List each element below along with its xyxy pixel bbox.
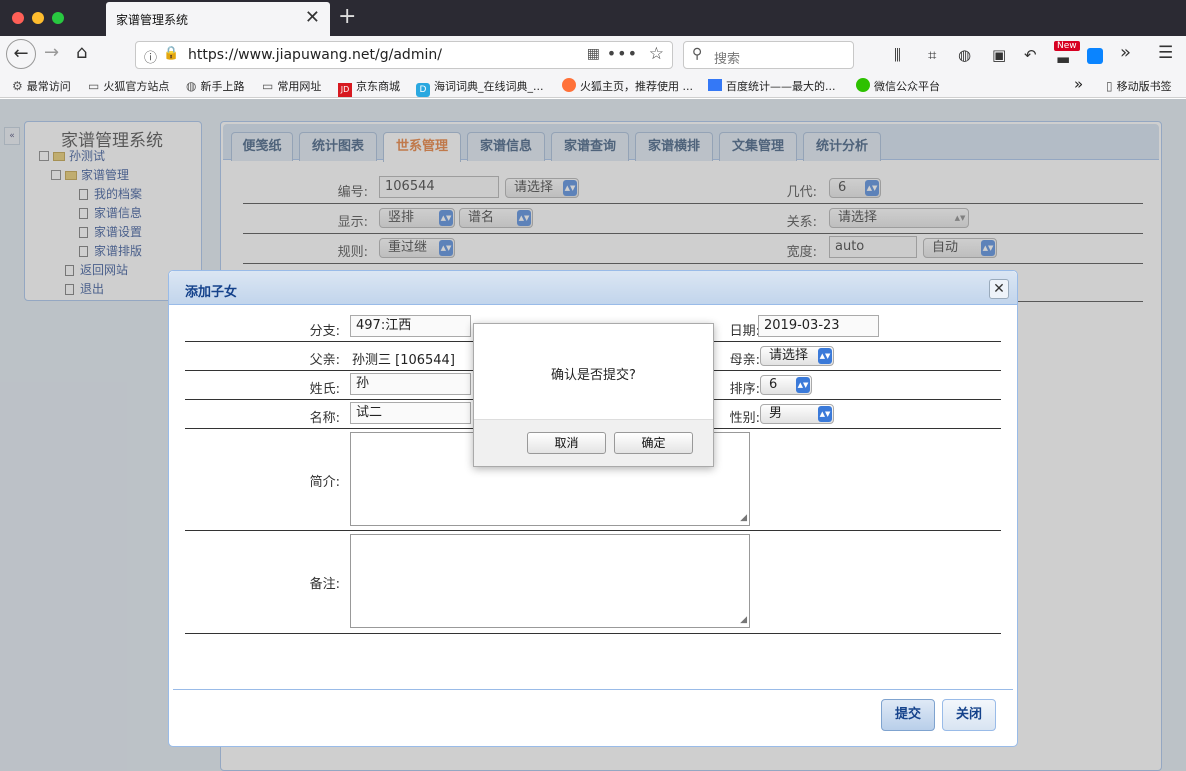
order-select[interactable]: 6 ▲▼	[760, 375, 812, 395]
gender-select[interactable]: 男 ▲▼	[760, 404, 834, 424]
lock-icon: 🔒	[163, 46, 180, 61]
bookmark-label: 新手上路	[200, 80, 245, 93]
resize-grip-icon[interactable]: ◢	[740, 615, 747, 625]
bookmarks-bar: ⚙ 最常访问 ▭ 火狐官方站点 ◍ 新手上路 ▭ 常用网址 JD 京东商城 D 海词词典_在…	[0, 74, 1186, 98]
surname-label: 姓氏:	[309, 382, 340, 397]
url-bar[interactable]: ⓘ 🔒 https://www.jiapuwang.net/g/admin/ ▦…	[135, 41, 673, 69]
wechat-icon	[856, 78, 870, 92]
dialog-close-icon[interactable]: ✕	[989, 279, 1009, 299]
name-input[interactable]: 试二	[350, 402, 471, 424]
url-text[interactable]: https://www.jiapuwang.net/g/admin/	[188, 47, 442, 63]
qr-code-icon[interactable]: ▦	[587, 46, 600, 62]
bookmark-common-sites[interactable]: ▭ 常用网址	[262, 78, 321, 94]
mother-select-value: 请选择	[769, 348, 809, 363]
window-minimize-button[interactable]	[32, 12, 44, 24]
close-button[interactable]: 关闭	[942, 699, 996, 731]
bookmark-label: 微信公众平台	[874, 80, 940, 93]
browser-tab-title: 家谱管理系统	[116, 13, 189, 27]
bookmark-most-visited[interactable]: ⚙ 最常访问	[12, 78, 71, 94]
father-value: 孙测三 [106544]	[352, 353, 455, 368]
dialog-footer-divider	[173, 689, 1013, 690]
undo-icon[interactable]: ↶	[1024, 46, 1037, 64]
baidu-stats-icon	[708, 79, 722, 91]
remark-textarea[interactable]: ◢	[350, 534, 750, 628]
cancel-button[interactable]: 取消	[527, 432, 606, 454]
window-close-button[interactable]	[12, 12, 24, 24]
submit-button[interactable]: 提交	[881, 699, 935, 731]
folder-icon: ▭	[88, 79, 100, 93]
bookmark-label: 京东商城	[356, 80, 400, 93]
window-zoom-button[interactable]	[52, 12, 64, 24]
resize-grip-icon[interactable]: ◢	[740, 513, 747, 523]
chevron-updown-icon: ▲▼	[818, 348, 832, 364]
back-arrow-icon[interactable]: ←	[6, 39, 36, 69]
gender-select-value: 男	[769, 406, 783, 421]
mobile-bookmarks[interactable]: ▯ 移动版书签	[1106, 78, 1172, 94]
browser-nav-bar: ← → ⌂ ⓘ 🔒 https://www.jiapuwang.net/g/ad…	[0, 36, 1186, 74]
jd-logo-icon: JD	[338, 83, 352, 97]
gear-icon: ⚙	[12, 79, 23, 93]
branch-input[interactable]: 497:江西	[350, 315, 471, 337]
browser-tab[interactable]: 家谱管理系统 ✕	[106, 2, 330, 36]
bookmark-label: 常用网址	[277, 80, 322, 93]
info-icon[interactable]: ⓘ	[144, 47, 157, 66]
bookmark-label: 移动版书签	[1116, 80, 1172, 93]
crop-icon[interactable]: ⌗	[928, 46, 936, 64]
dialog-header: 添加子女 ✕	[169, 271, 1017, 305]
confirm-dialog: 确认是否提交? 取消 确定	[473, 323, 714, 467]
globe-icon[interactable]: ◍	[958, 46, 971, 64]
bookmark-label: 海词词典_在线词典_...	[434, 80, 544, 93]
date-input[interactable]: 2019-03-23	[758, 315, 879, 337]
father-label: 父亲:	[309, 353, 340, 368]
chart-extension-icon[interactable]	[1087, 48, 1103, 64]
firefox-icon	[562, 78, 576, 92]
mother-select[interactable]: 请选择 ▲▼	[760, 346, 834, 366]
surname-input[interactable]: 孙	[350, 373, 471, 395]
dict-logo-icon: D	[416, 83, 430, 97]
tab-close-icon[interactable]: ✕	[305, 7, 320, 28]
bookmarks-overflow-icon[interactable]: »	[1074, 75, 1083, 93]
folder-icon: ▭	[262, 79, 274, 93]
library-icon[interactable]: ⫼	[894, 46, 901, 64]
browser-tab-bar: 家谱管理系统 ✕ +	[0, 0, 1186, 36]
new-badge: New	[1054, 41, 1080, 51]
new-tab-icon[interactable]: +	[338, 4, 356, 29]
confirm-message: 确认是否提交?	[551, 368, 636, 383]
overflow-chevron-icon[interactable]: »	[1120, 42, 1131, 63]
chevron-updown-icon: ▲▼	[796, 377, 810, 393]
globe-icon: ◍	[186, 79, 197, 93]
bookmark-wechat[interactable]: 微信公众平台	[856, 78, 940, 94]
bookmark-baidu-stats[interactable]: 百度统计——最大的...	[708, 78, 836, 94]
branch-label: 分支:	[309, 324, 340, 339]
ok-button[interactable]: 确定	[614, 432, 693, 454]
forward-arrow-icon[interactable]: →	[44, 42, 59, 63]
search-bar[interactable]: ⚲ 搜索	[683, 41, 854, 69]
bookmark-label: 火狐主页，推荐使用 ...	[580, 80, 693, 93]
sidebar-icon[interactable]: ▣	[992, 46, 1006, 64]
home-icon[interactable]: ⌂	[76, 42, 87, 63]
bookmark-jd[interactable]: JD 京东商城	[338, 78, 400, 97]
menu-icon[interactable]: ☰	[1158, 43, 1173, 63]
dialog-row-remark: 备注: ◢	[185, 531, 1001, 634]
dialog-title: 添加子女	[185, 285, 238, 300]
bookmark-label: 火狐官方站点	[103, 80, 170, 93]
bookmark-dict[interactable]: D 海词词典_在线词典_...	[416, 78, 544, 97]
name-label: 名称:	[309, 411, 340, 426]
bookmark-firefox-home[interactable]: 火狐主页，推荐使用 ...	[562, 78, 693, 94]
bookmark-label: 最常访问	[26, 80, 71, 93]
page-actions-icon[interactable]: •••	[607, 44, 638, 63]
bookmark-star-icon[interactable]: ☆	[649, 44, 664, 64]
extension-icon[interactable]: ▬	[1056, 50, 1070, 68]
bookmark-label: 百度统计——最大的...	[726, 80, 836, 93]
bookmark-firefox-site[interactable]: ▭ 火狐官方站点	[88, 78, 169, 94]
search-placeholder: 搜索	[714, 52, 741, 67]
intro-label: 简介:	[309, 475, 340, 490]
phone-icon: ▯	[1106, 79, 1113, 93]
bookmark-getting-started[interactable]: ◍ 新手上路	[186, 78, 244, 94]
confirm-footer: 取消 确定	[474, 419, 713, 466]
order-select-value: 6	[769, 377, 778, 392]
remark-label: 备注:	[309, 577, 340, 592]
search-icon: ⚲	[692, 46, 703, 62]
chevron-updown-icon: ▲▼	[818, 406, 832, 422]
